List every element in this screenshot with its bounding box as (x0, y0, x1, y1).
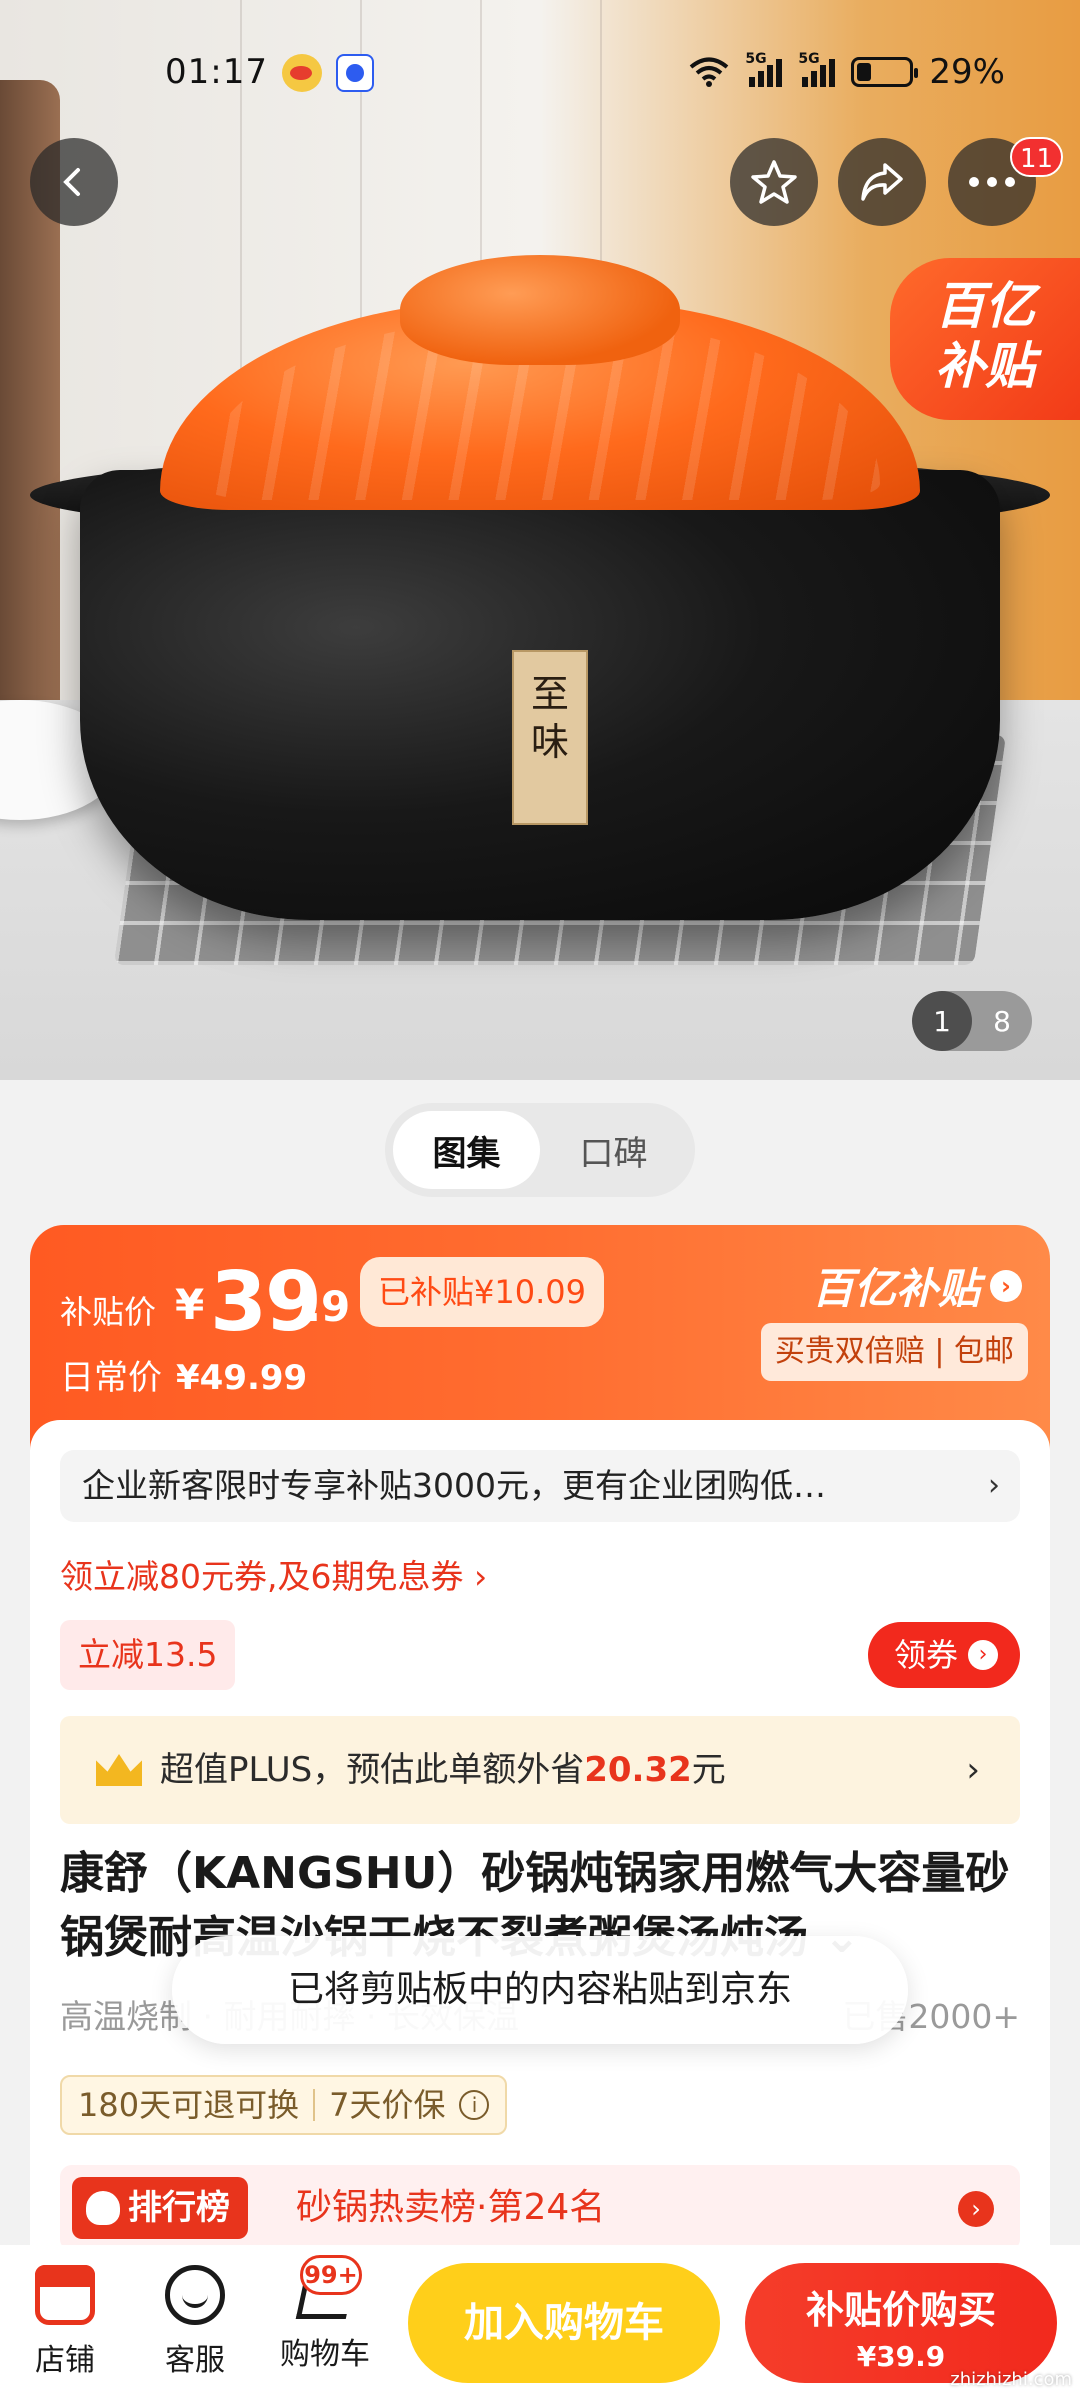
battery-icon (851, 57, 919, 87)
chevron-right-icon: › (988, 1468, 1000, 1503)
status-time: 01:17 (165, 52, 268, 92)
share-button[interactable] (838, 138, 926, 226)
tab-reviews[interactable]: 口碑 (540, 1111, 687, 1189)
star-icon (751, 160, 797, 204)
back-button[interactable] (30, 138, 118, 226)
weibo-notification-icon (282, 54, 322, 92)
daily-price: 日常价 ¥49.99 (60, 1358, 308, 1398)
baidu-notification-icon (336, 54, 374, 92)
chevron-left-icon (63, 168, 80, 196)
instant-discount-badge: 立减13.5 (60, 1620, 236, 1690)
billion-subsidy-tag: 百亿 补贴 (890, 258, 1080, 420)
store-button[interactable]: 店铺 (10, 2265, 120, 2379)
battery-percent: 29% (929, 52, 1005, 92)
pot-label: 至 味 (512, 650, 588, 825)
customer-service-button[interactable]: 客服 (140, 2265, 250, 2379)
trophy-icon (86, 2191, 120, 2225)
buy-now-button[interactable]: 补贴价购买 ¥39.9 (745, 2263, 1057, 2383)
claim-coupon-button[interactable]: 领券 › (867, 1622, 1020, 1688)
status-bar: 01:17 5G 5G 29% (0, 0, 1080, 120)
ranking-text: 砂锅热卖榜·第24名 (296, 2187, 606, 2228)
signal-icon: 5G (798, 51, 836, 87)
enterprise-promo-row[interactable]: 企业新客限时专享补贴3000元，更有企业团购低… › (60, 1450, 1020, 1522)
bottom-action-bar: 店铺 客服 购物车 99+ 加入购物车 补贴价购买 ¥39.9 zhizhizh… (0, 2245, 1080, 2400)
watermark: zhizhizhi.com (950, 2369, 1072, 2390)
coupon-link[interactable]: 领立减80元券,及6期免息券 › (60, 1550, 487, 1598)
product-info-card: 企业新客限时专享补贴3000元，更有企业团购低… › 领立减80元券,及6期免息… (30, 1420, 1050, 2270)
customer-service-icon (165, 2265, 225, 2325)
more-icon (969, 177, 1015, 187)
info-icon: i (459, 2090, 490, 2120)
chevron-right-icon: › (958, 2191, 994, 2227)
share-icon (861, 163, 903, 201)
ranking-chip: 排行榜 (72, 2177, 248, 2239)
cart-count-badge: 99+ (300, 2255, 362, 2295)
service-guarantees[interactable]: 180天可退可换 7天价保 i (60, 2075, 508, 2135)
image-pager: 1 8 (912, 991, 1032, 1051)
wifi-icon (690, 57, 729, 87)
notification-badge: 11 (1010, 137, 1064, 177)
subsidy-price-label: 补贴价 (60, 1293, 157, 1331)
plus-membership-row[interactable]: 超值PLUS，预估此单额外省20.32元 › (60, 1716, 1020, 1824)
price-decimal: .9 (305, 1282, 351, 1331)
subsidy-perks: 买贵双倍赔 | 包邮 (760, 1323, 1028, 1381)
ranking-row[interactable]: 排行榜 砂锅热卖榜·第24名 › (60, 2165, 1020, 2251)
chevron-right-icon: › (966, 1750, 980, 1790)
currency-symbol: ¥ (175, 1280, 205, 1329)
signal-icon: 5G (745, 51, 783, 87)
chevron-right-icon: › (968, 1640, 998, 1670)
crown-icon (96, 1754, 142, 1786)
media-tabs: 图集 口碑 (385, 1103, 695, 1197)
chevron-right-icon: › (990, 1269, 1022, 1302)
tab-gallery[interactable]: 图集 (393, 1111, 540, 1189)
price-integer: 39 (210, 1255, 322, 1350)
add-to-cart-button[interactable]: 加入购物车 (408, 2263, 720, 2383)
favorite-button[interactable] (730, 138, 818, 226)
clipboard-toast: 已将剪贴板中的内容粘贴到京东 (172, 1936, 908, 2044)
billion-subsidy-link[interactable]: 百亿补贴 › (812, 1255, 1022, 1316)
subsidized-amount-badge: 已补贴¥10.09 (360, 1257, 604, 1327)
store-icon (35, 2265, 95, 2325)
